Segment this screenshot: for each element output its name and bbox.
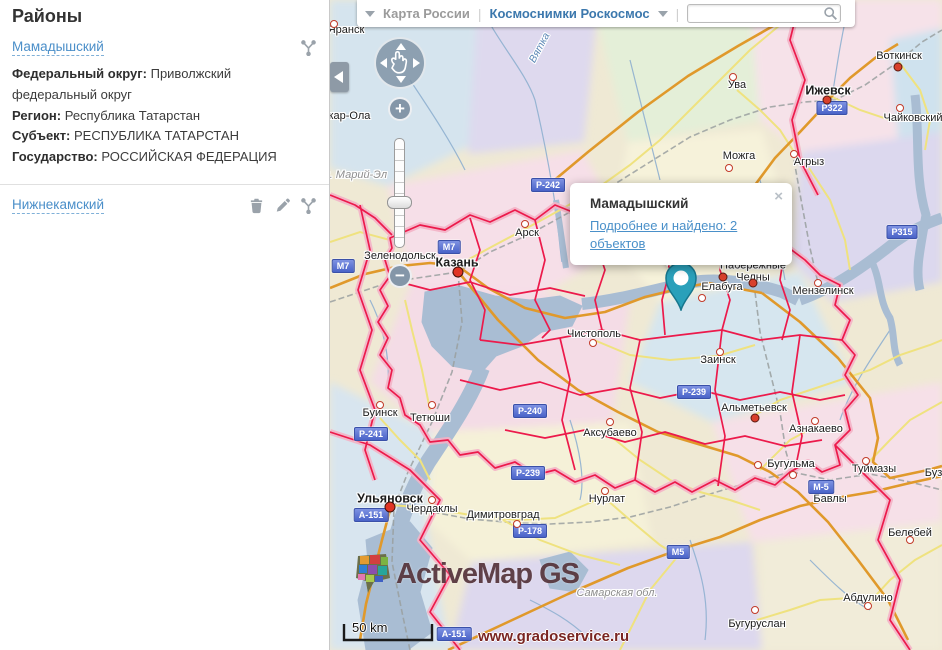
close-icon[interactable]: × [774,189,783,204]
property-row: Федеральный округ: Приволжский федеральн… [12,64,317,106]
district-link-mamadyshsky[interactable]: Мамадышский [12,39,104,56]
search-icon [823,6,838,21]
separator: | [478,6,482,22]
edit-icon[interactable] [274,197,291,214]
property-row: Государство: РОССИЙСКАЯ ФЕДЕРАЦИЯ [12,147,317,168]
popup-title: Мамадышский [590,196,778,211]
share-icon[interactable] [300,39,317,56]
layer-base-map[interactable]: Карта России [383,6,470,21]
activemap-logo-text: ActiveMap GS [396,558,579,591]
delete-icon[interactable] [248,197,265,214]
pan-up-icon[interactable] [396,43,406,50]
zoom-in-button[interactable]: + [388,97,412,121]
separator: | [676,6,680,22]
zoom-slider-track[interactable] [394,138,405,248]
map-popup: × Мамадышский Подробнее и найдено: 2 объ… [570,183,792,265]
pan-control[interactable] [374,37,426,89]
layer-active[interactable]: Космоснимки Роскосмос [490,6,650,21]
district-entry: Мамадышский Федеральный округ: Приволжск… [0,37,329,176]
pan-left-icon[interactable] [380,58,387,68]
pan-right-icon[interactable] [413,58,420,68]
map-canvas[interactable]: ЯранскЙошкар-ОлаРесп. Марий-ЭлЗеленодоль… [330,0,942,650]
search-input[interactable] [688,5,840,22]
district-properties: Федеральный округ: Приволжский федеральн… [0,62,329,176]
layer-bar: Карта России | Космоснимки Роскосмос | [357,0,855,27]
attribution-link[interactable]: www.gradoservice.ru [478,628,629,645]
zoom-out-button[interactable]: − [388,264,412,288]
chevron-down-icon[interactable] [365,11,375,17]
hand-icon [388,51,412,75]
pan-down-icon[interactable] [396,76,406,83]
property-row: Субъект: РЕСПУБЛИКА ТАТАРСТАН [12,126,317,147]
activemap-logo-icon [352,552,392,596]
scale-bar: 50 km [342,618,438,644]
page-title: Районы [0,0,329,37]
share-icon[interactable] [300,197,317,214]
district-link-nizhnekamsky[interactable]: Нижнекамский [12,197,104,214]
chevron-down-icon[interactable] [658,11,668,17]
activemap-logo: ActiveMap GS [352,552,579,596]
property-row: Регион: Республика Татарстан [12,106,317,127]
divider [0,184,329,185]
popup-details-link[interactable]: Подробнее и найдено: 2 объектов [590,218,737,251]
scale-label: 50 km [352,620,387,635]
map-marker-pin[interactable] [664,261,698,311]
app-window: Районы Мамадышский Федеральный округ: Пр… [0,0,942,650]
sidebar-collapse-button[interactable] [330,62,349,92]
search-box [687,4,841,23]
sidebar: Районы Мамадышский Федеральный округ: Пр… [0,0,330,650]
entry-actions [300,39,317,56]
zoom-slider-handle[interactable] [387,196,412,209]
district-entry: Нижнекамский [0,195,329,220]
entry-actions [248,197,317,214]
